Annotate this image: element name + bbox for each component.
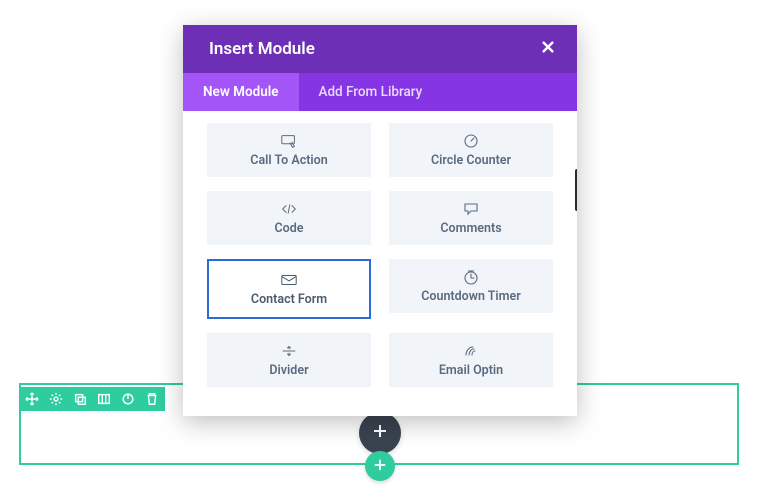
tab-add-from-library[interactable]: Add From Library [299, 73, 443, 111]
close-button[interactable] [541, 39, 555, 59]
tab-label: Add From Library [319, 84, 423, 100]
module-countdown-timer[interactable]: Countdown Timer [389, 259, 553, 313]
module-label: Comments [440, 221, 501, 236]
add-module-floating-button[interactable] [359, 412, 401, 454]
module-comments[interactable]: Comments [389, 191, 553, 245]
duplicate-icon[interactable] [73, 392, 87, 406]
columns-icon[interactable] [97, 392, 111, 406]
divider-icon [280, 343, 298, 359]
scrollbar-thumb[interactable] [575, 169, 577, 211]
close-icon [541, 39, 555, 59]
module-label: Email Optin [439, 363, 503, 378]
section-toolbar [19, 387, 165, 411]
module-call-to-action[interactable]: Call To Action [207, 123, 371, 177]
module-circle-counter[interactable]: Circle Counter [389, 123, 553, 177]
contact-form-icon [280, 272, 298, 288]
module-label: Call To Action [250, 153, 327, 168]
module-label: Divider [269, 363, 308, 378]
modal-header: Insert Module [183, 25, 577, 73]
modal-body: Call To Action Circle Counter Code Comme… [183, 111, 577, 416]
module-label: Code [274, 221, 303, 236]
module-label: Circle Counter [431, 153, 511, 168]
insert-module-modal: Insert Module New Module Add From Librar… [183, 25, 577, 416]
tab-new-module[interactable]: New Module [183, 73, 299, 111]
power-icon[interactable] [121, 392, 135, 406]
module-email-optin[interactable]: Email Optin [389, 333, 553, 387]
plus-icon [372, 423, 388, 443]
comments-icon [462, 201, 480, 217]
move-icon[interactable] [25, 392, 39, 406]
trash-icon[interactable] [145, 392, 159, 406]
module-contact-form[interactable]: Contact Form [207, 259, 371, 319]
call-to-action-icon [280, 133, 298, 149]
module-divider[interactable]: Divider [207, 333, 371, 387]
plus-icon [373, 457, 387, 476]
modal-tabs: New Module Add From Library [183, 73, 577, 111]
module-code[interactable]: Code [207, 191, 371, 245]
add-section-button[interactable] [365, 451, 395, 481]
module-label: Contact Form [251, 292, 327, 307]
countdown-icon [462, 269, 480, 285]
email-optin-icon [462, 343, 480, 359]
module-label: Countdown Timer [421, 289, 521, 304]
circle-counter-icon [462, 133, 480, 149]
modal-title: Insert Module [209, 39, 315, 59]
gear-icon[interactable] [49, 392, 63, 406]
code-icon [280, 201, 298, 217]
tab-label: New Module [203, 84, 279, 100]
module-grid: Call To Action Circle Counter Code Comme… [207, 123, 553, 387]
